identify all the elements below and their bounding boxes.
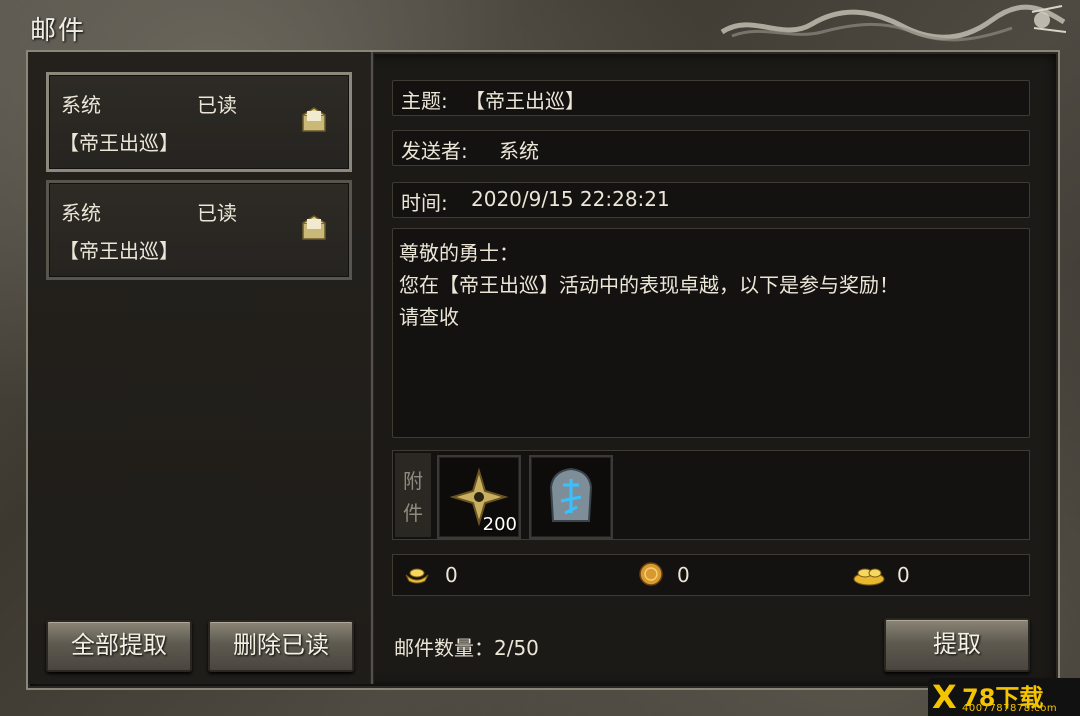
- body-line: 您在【帝王出巡】活动中的表现卓越，以下是参与奖励！: [399, 273, 899, 297]
- mail-list-item[interactable]: 系统 已读 【帝王出巡】: [46, 72, 352, 172]
- attachments-label-char: 附: [403, 469, 423, 493]
- panel-divider: [370, 52, 374, 684]
- title-bar: 邮件: [0, 0, 1080, 48]
- gold-ingot-icon: [405, 568, 429, 584]
- coin-icon: [639, 562, 663, 586]
- mail-list-item[interactable]: 系统 已读 【帝王出巡】: [46, 180, 352, 280]
- subject-label: 主题:: [401, 89, 448, 113]
- watermark-x-logo: X: [932, 678, 957, 716]
- currency-value: 0: [445, 563, 458, 587]
- time-label: 时间:: [401, 191, 448, 215]
- mail-subject: 【帝王出巡】: [59, 239, 179, 263]
- sender-value: 系统: [499, 139, 539, 163]
- body-line: 尊敬的勇士：: [399, 241, 519, 265]
- subject-value: 【帝王出巡】: [465, 89, 585, 113]
- mail-sender: 系统: [61, 201, 101, 225]
- envelope-open-icon: [302, 215, 326, 240]
- body-line: 请查收: [399, 305, 459, 329]
- mail-count: 邮件数量：2/50: [394, 636, 539, 660]
- mail-subject: 【帝王出巡】: [59, 131, 179, 155]
- currency-panel: 0 0 0: [392, 554, 1030, 596]
- dragon-ornament-icon: [720, 4, 1067, 42]
- collect-button[interactable]: 提取: [884, 618, 1030, 672]
- watermark-sub-text: 4007787878.com: [962, 703, 1058, 714]
- currency-value: 0: [897, 563, 910, 587]
- collect-all-button[interactable]: 全部提取: [46, 620, 192, 672]
- time-field: 时间: 2020/9/15 22:28:21: [392, 182, 1030, 218]
- watermark: X 78下载 4007787878.com: [928, 678, 1080, 716]
- attachment-quantity: 200: [482, 514, 517, 535]
- rune-stone-icon: [549, 467, 593, 522]
- sender-field: 发送者: 系统: [392, 130, 1030, 166]
- attachment-slot[interactable]: [529, 455, 613, 539]
- time-value: 2020/9/15 22:28:21: [471, 187, 670, 211]
- mail-read-status: 已读: [197, 93, 237, 117]
- envelope-open-icon: [302, 107, 326, 132]
- window-title: 邮件: [30, 16, 87, 46]
- mail-sender: 系统: [61, 93, 101, 117]
- subject-field: 主题: 【帝王出巡】: [392, 80, 1030, 116]
- delete-read-button[interactable]: 删除已读: [208, 620, 354, 672]
- sender-label: 发送者:: [401, 139, 468, 163]
- attachment-slot[interactable]: 200: [437, 455, 521, 539]
- attachments-panel: 附 件 200: [392, 450, 1030, 540]
- mail-read-status: 已读: [197, 201, 237, 225]
- mail-body: 尊敬的勇士： 您在【帝王出巡】活动中的表现卓越，以下是参与奖励！ 请查收: [392, 228, 1030, 438]
- gold-pile-icon: [853, 568, 885, 586]
- attachments-label-char: 件: [403, 501, 423, 525]
- currency-value: 0: [677, 563, 690, 587]
- attachments-label: 附 件: [395, 453, 431, 537]
